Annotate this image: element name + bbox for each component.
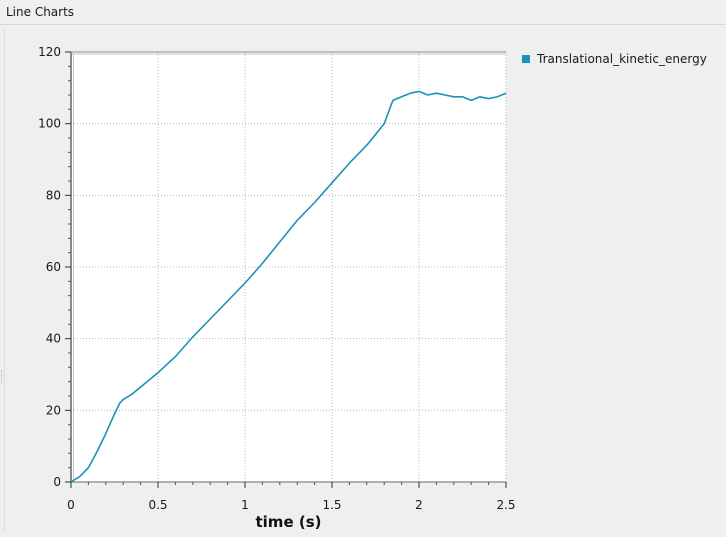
legend[interactable]: Translational_kinetic_energy bbox=[522, 51, 707, 67]
y-tick-label: 0 bbox=[53, 475, 61, 489]
y-tick-label: 120 bbox=[38, 45, 61, 59]
y-tick-label: 100 bbox=[38, 117, 61, 131]
x-tick-label: 0.5 bbox=[148, 498, 167, 512]
x-tick-label: 1.5 bbox=[322, 498, 341, 512]
y-tick-label: 80 bbox=[46, 188, 61, 202]
legend-label: Translational_kinetic_energy bbox=[537, 52, 707, 66]
x-tick-label: 0 bbox=[67, 498, 75, 512]
y-tick-label: 40 bbox=[46, 332, 61, 346]
legend-swatch bbox=[522, 55, 530, 63]
x-tick-label: 2.5 bbox=[496, 498, 515, 512]
line-chart: 0 20 40 60 80 100 120 0 0.5 1 1.5 2 2.5 time (s) bbox=[38, 45, 515, 531]
x-axis-label: time (s) bbox=[256, 513, 322, 531]
x-tick-label: 1 bbox=[241, 498, 249, 512]
x-tick-label: 2 bbox=[415, 498, 423, 512]
y-tick-label: 60 bbox=[46, 260, 61, 274]
y-tick-label: 20 bbox=[46, 403, 61, 417]
